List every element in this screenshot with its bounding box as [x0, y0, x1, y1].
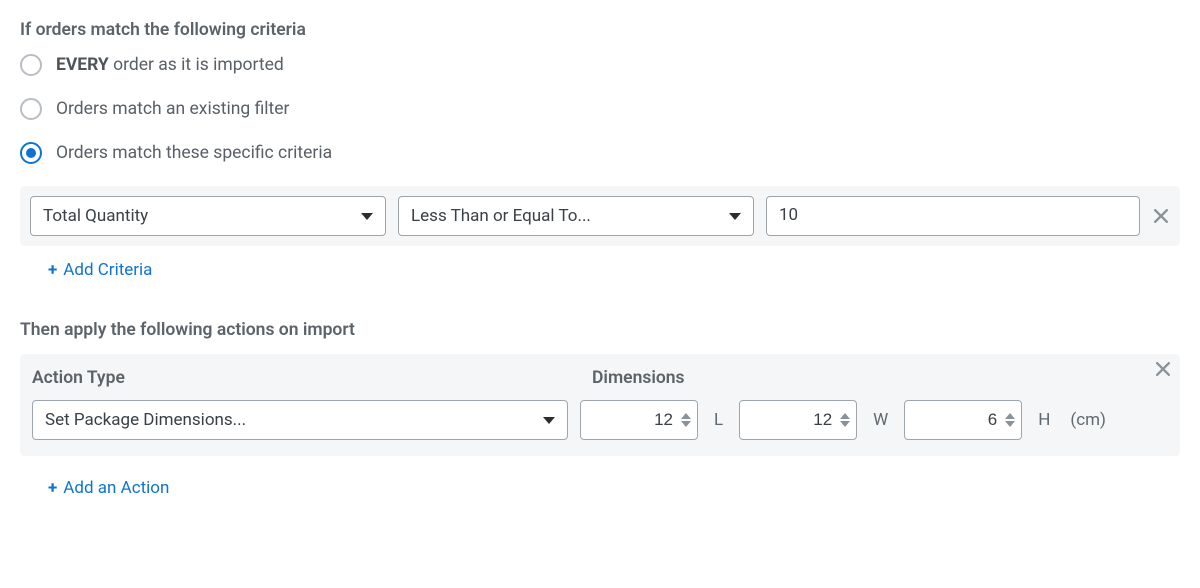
action-type-value: Set Package Dimensions...	[45, 410, 246, 430]
close-icon	[1154, 209, 1168, 223]
chevron-down-icon[interactable]	[681, 421, 691, 427]
criteria-value-input[interactable]: 10	[766, 196, 1140, 236]
chevron-up-icon[interactable]	[840, 413, 850, 419]
add-action-label: Add an Action	[63, 478, 169, 498]
criteria-operator-value: Less Than or Equal To...	[411, 206, 591, 226]
radio-label: EVERY order as it is imported	[56, 55, 284, 75]
criteria-field-value: Total Quantity	[43, 206, 148, 226]
remove-criteria-button[interactable]	[1152, 207, 1170, 225]
actions-heading: Then apply the following actions on impo…	[20, 320, 1180, 340]
criteria-option-existing-filter[interactable]: Orders match an existing filter	[20, 98, 1180, 120]
width-label: W	[873, 410, 888, 430]
plus-icon: +	[48, 478, 57, 498]
add-criteria-label: Add Criteria	[63, 260, 152, 280]
action-type-column-label: Action Type	[32, 368, 580, 388]
dimensions-column-label: Dimensions	[592, 368, 685, 388]
unit-label: (cm)	[1070, 410, 1106, 430]
height-label: H	[1038, 410, 1050, 430]
width-value[interactable]	[750, 410, 836, 430]
width-input[interactable]	[739, 400, 857, 440]
plus-icon: +	[48, 260, 57, 280]
criteria-heading: If orders match the following criteria	[20, 20, 1180, 40]
chevron-down-icon	[361, 213, 373, 220]
chevron-down-icon	[729, 213, 741, 220]
stepper[interactable]	[681, 413, 691, 427]
radio-label: Orders match these specific criteria	[56, 143, 332, 163]
chevron-up-icon[interactable]	[681, 413, 691, 419]
radio-icon[interactable]	[20, 142, 42, 164]
criteria-row: Total Quantity Less Than or Equal To... …	[20, 186, 1180, 246]
radio-icon[interactable]	[20, 98, 42, 120]
chevron-up-icon[interactable]	[1005, 413, 1015, 419]
length-input[interactable]	[580, 400, 698, 440]
criteria-field-select[interactable]: Total Quantity	[30, 196, 386, 236]
action-type-select[interactable]: Set Package Dimensions...	[32, 400, 568, 440]
criteria-operator-select[interactable]: Less Than or Equal To...	[398, 196, 754, 236]
radio-icon[interactable]	[20, 54, 42, 76]
length-label: L	[714, 410, 723, 430]
add-criteria-button[interactable]: + Add Criteria	[20, 260, 152, 280]
criteria-value-text: 10	[779, 205, 798, 225]
chevron-down-icon[interactable]	[1005, 421, 1015, 427]
actions-row: Action Type Dimensions Set Package Dimen…	[20, 354, 1180, 456]
chevron-down-icon[interactable]	[840, 421, 850, 427]
chevron-down-icon	[543, 417, 555, 424]
stepper[interactable]	[840, 413, 850, 427]
radio-label: Orders match an existing filter	[56, 99, 289, 119]
add-action-button[interactable]: + Add an Action	[20, 478, 169, 498]
height-value[interactable]	[915, 410, 1001, 430]
close-icon	[1156, 362, 1170, 376]
stepper[interactable]	[1005, 413, 1015, 427]
length-value[interactable]	[591, 410, 677, 430]
criteria-option-specific[interactable]: Orders match these specific criteria	[20, 142, 1180, 164]
remove-action-button[interactable]	[1154, 360, 1172, 378]
criteria-option-every[interactable]: EVERY order as it is imported	[20, 54, 1180, 76]
height-input[interactable]	[904, 400, 1022, 440]
